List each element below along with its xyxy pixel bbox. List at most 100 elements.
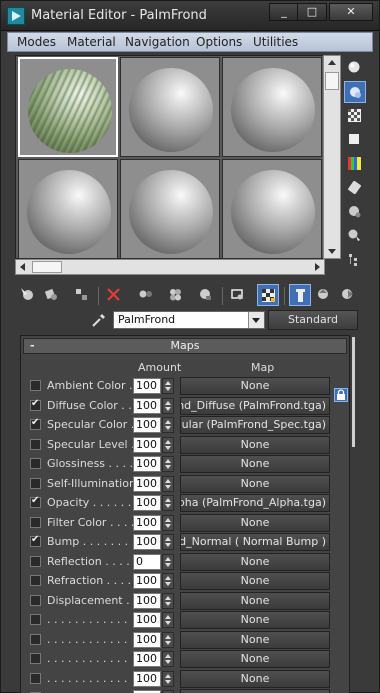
map-slot-button[interactable]: None bbox=[180, 650, 330, 668]
rollout-scroll-thumb[interactable] bbox=[349, 342, 350, 462]
map-amount-field[interactable]: 100 bbox=[133, 651, 161, 667]
amount-spinner[interactable] bbox=[162, 378, 174, 394]
amount-spinner[interactable] bbox=[162, 631, 174, 648]
assign-material-button[interactable] bbox=[71, 284, 93, 306]
slots-horizontal-scrollbar[interactable] bbox=[15, 259, 325, 275]
map-slot-button[interactable]: None bbox=[180, 513, 330, 532]
map-amount-field[interactable]: 100 bbox=[133, 397, 161, 414]
map-enable-checkbox[interactable] bbox=[30, 495, 41, 508]
sample-slot[interactable] bbox=[222, 159, 322, 259]
select-by-material-button[interactable] bbox=[344, 225, 366, 247]
material-map-navigator-button[interactable] bbox=[344, 249, 366, 271]
map-enable-checkbox[interactable] bbox=[30, 672, 41, 684]
map-slot-button[interactable]: None bbox=[180, 630, 330, 649]
options-button[interactable] bbox=[344, 201, 366, 223]
sample-slot[interactable] bbox=[120, 57, 220, 157]
map-slot-button[interactable]: None bbox=[180, 552, 330, 571]
amount-spinner[interactable] bbox=[162, 670, 174, 687]
map-amount-field[interactable]: 100 bbox=[133, 378, 161, 394]
sample-uv-tiling-button[interactable] bbox=[344, 129, 366, 151]
amount-spinner[interactable] bbox=[162, 651, 174, 667]
show-map-in-viewport-button[interactable] bbox=[227, 284, 249, 306]
map-enable-checkbox[interactable] bbox=[30, 653, 41, 664]
map-slot-button[interactable]: None bbox=[180, 435, 330, 454]
map-slot-button[interactable]: None bbox=[180, 455, 330, 473]
scroll-thumb[interactable] bbox=[32, 261, 62, 273]
amount-spinner[interactable] bbox=[162, 397, 174, 414]
map-enable-checkbox[interactable] bbox=[30, 458, 41, 469]
map-enable-checkbox[interactable] bbox=[30, 438, 41, 450]
backlight-button[interactable] bbox=[344, 81, 366, 103]
map-enable-checkbox[interactable] bbox=[30, 555, 41, 567]
map-amount-field[interactable]: 100 bbox=[133, 514, 161, 531]
map-slot-button[interactable]: None bbox=[180, 669, 330, 688]
title-bar[interactable]: Material Editor - PalmFrond _ □ ✕ bbox=[1, 1, 379, 31]
restore-button[interactable]: □ bbox=[297, 3, 327, 21]
put-to-library-button[interactable] bbox=[165, 284, 187, 306]
map-enable-checkbox[interactable] bbox=[30, 614, 41, 625]
amount-spinner[interactable] bbox=[162, 495, 174, 511]
map-slot-button[interactable]: None bbox=[180, 591, 330, 610]
map-amount-field[interactable]: 100 bbox=[133, 670, 161, 687]
sample-slot[interactable] bbox=[18, 159, 118, 259]
map-enable-checkbox[interactable] bbox=[30, 575, 41, 586]
close-button[interactable]: ✕ bbox=[329, 3, 373, 21]
sample-slot-active[interactable] bbox=[18, 57, 118, 157]
menu-utilities[interactable]: Utilities bbox=[253, 35, 298, 49]
menu-material[interactable]: Material bbox=[67, 35, 116, 49]
amount-spinner[interactable] bbox=[162, 573, 174, 589]
put-material-to-scene-button[interactable] bbox=[41, 284, 63, 306]
map-amount-field[interactable]: 100 bbox=[133, 436, 161, 453]
map-amount-field[interactable]: 100 bbox=[133, 475, 161, 492]
make-preview-button[interactable] bbox=[344, 177, 366, 199]
map-amount-field[interactable]: 100 bbox=[133, 456, 161, 472]
scroll-left-arrow[interactable] bbox=[20, 263, 25, 271]
map-enable-checkbox[interactable] bbox=[30, 516, 41, 528]
map-slot-button[interactable]: rond_Normal ( Normal Bump ) bbox=[180, 533, 330, 551]
rollout-collapse-toggle[interactable]: - bbox=[30, 339, 35, 353]
amount-spinner[interactable] bbox=[162, 456, 174, 472]
make-unique-button[interactable] bbox=[135, 284, 157, 306]
material-name-dropdown-arrow[interactable] bbox=[248, 312, 264, 328]
material-name-field[interactable]: PalmFrond bbox=[113, 311, 265, 329]
map-enable-checkbox[interactable] bbox=[30, 417, 41, 430]
map-amount-field[interactable]: 100 bbox=[133, 612, 161, 628]
map-slot-button[interactable]: None bbox=[180, 689, 330, 693]
eyedropper-icon[interactable] bbox=[91, 312, 107, 328]
amount-spinner[interactable] bbox=[162, 553, 174, 570]
show-end-result-button[interactable] bbox=[289, 284, 311, 306]
background-button[interactable] bbox=[344, 105, 366, 127]
amount-spinner[interactable] bbox=[162, 592, 174, 609]
scroll-thumb[interactable] bbox=[325, 72, 339, 90]
map-slot-button[interactable]: rond_Diffuse (PalmFrond.tga) bbox=[180, 396, 330, 415]
map-slot-button[interactable]: _Alpha (PalmFrond_Alpha.tga) bbox=[180, 494, 330, 512]
go-forward-to-sibling-button[interactable] bbox=[337, 284, 359, 306]
sample-slot[interactable] bbox=[222, 57, 322, 157]
menu-options[interactable]: Options bbox=[196, 35, 242, 49]
amount-spinner[interactable] bbox=[162, 514, 174, 531]
map-enable-checkbox[interactable] bbox=[30, 477, 41, 489]
map-slot-button[interactable]: None bbox=[180, 611, 330, 629]
amount-spinner[interactable] bbox=[162, 436, 174, 453]
map-amount-field[interactable]: 100 bbox=[133, 534, 161, 550]
sample-type-button[interactable] bbox=[344, 57, 366, 79]
map-amount-field[interactable]: 0 bbox=[133, 553, 161, 570]
map-enable-checkbox[interactable] bbox=[30, 398, 41, 411]
material-type-button[interactable]: Standard bbox=[268, 310, 358, 330]
map-slot-button[interactable]: None bbox=[180, 474, 330, 493]
map-enable-checkbox[interactable] bbox=[30, 633, 41, 645]
show-shaded-material-button[interactable] bbox=[257, 284, 279, 306]
map-amount-field[interactable]: 100 bbox=[133, 631, 161, 648]
amount-spinner[interactable] bbox=[162, 534, 174, 550]
map-enable-checkbox[interactable] bbox=[30, 594, 41, 606]
video-color-check-button[interactable] bbox=[344, 153, 366, 175]
map-enable-checkbox[interactable] bbox=[30, 534, 41, 547]
minimize-button[interactable]: _ bbox=[269, 3, 299, 21]
slots-vertical-scrollbar[interactable] bbox=[323, 55, 341, 259]
get-material-button[interactable] bbox=[17, 284, 39, 306]
go-to-parent-button[interactable] bbox=[313, 284, 335, 306]
amount-spinner[interactable] bbox=[162, 612, 174, 628]
reset-map-button[interactable] bbox=[103, 284, 125, 306]
scroll-right-arrow[interactable] bbox=[315, 263, 320, 271]
scroll-down-arrow[interactable] bbox=[328, 249, 336, 254]
